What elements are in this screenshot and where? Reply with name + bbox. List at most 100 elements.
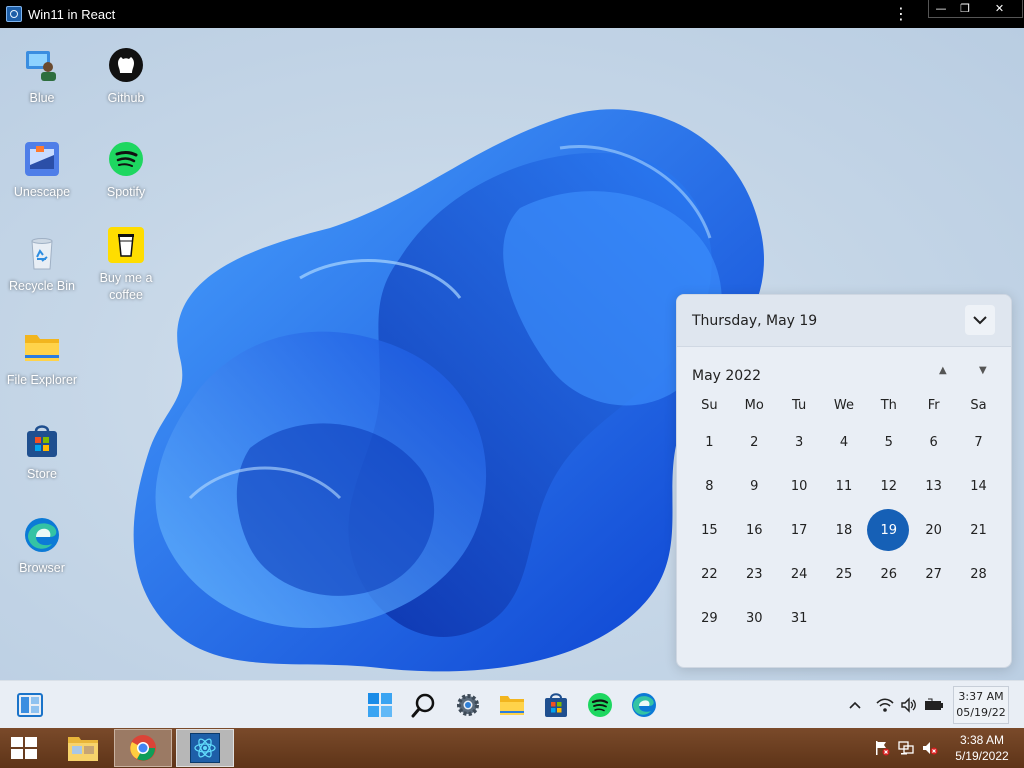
spotify-button[interactable] bbox=[584, 689, 616, 721]
desktop-icon-github[interactable]: Github bbox=[84, 46, 168, 107]
battery-icon[interactable] bbox=[924, 698, 944, 712]
file-explorer-icon bbox=[500, 696, 524, 715]
widgets-icon bbox=[17, 693, 43, 717]
calendar-day[interactable]: 20 bbox=[911, 510, 956, 550]
calendar-week-row: 15 16 17 18 19 20 21 bbox=[687, 508, 1001, 552]
calendar-day[interactable]: 7 bbox=[956, 422, 1001, 462]
calendar-day[interactable]: 18 bbox=[822, 510, 867, 550]
minimize-button[interactable]: — bbox=[929, 0, 953, 17]
file-explorer-button[interactable] bbox=[496, 689, 528, 721]
host-file-manager-button[interactable] bbox=[54, 729, 112, 767]
calendar-grid: Su Mo Tu We Th Fr Sa 1 2 3 4 5 6 7 8 9 1… bbox=[687, 398, 1001, 640]
calendar-day[interactable]: 28 bbox=[956, 554, 1001, 594]
calendar-day[interactable]: 11 bbox=[822, 466, 867, 506]
calendar-day[interactable]: 22 bbox=[687, 554, 732, 594]
widgets-button[interactable] bbox=[14, 689, 46, 721]
desktop-icon-label: Spotify bbox=[106, 185, 146, 199]
file-manager-icon bbox=[68, 737, 98, 761]
start-icon bbox=[368, 693, 392, 717]
calendar-day[interactable]: 8 bbox=[687, 466, 732, 506]
calendar-day-empty bbox=[866, 598, 911, 638]
desktop-icon-label: Browser bbox=[19, 561, 65, 575]
windows-start-icon[interactable] bbox=[10, 736, 38, 760]
taskbar-clock[interactable]: 3:37 AM 05/19/22 bbox=[953, 686, 1009, 724]
host-taskbar: 3:38 AM 5/19/2022 bbox=[0, 728, 1024, 768]
speaker-muted-icon[interactable] bbox=[922, 740, 938, 756]
recycle-bin-icon bbox=[23, 234, 61, 272]
desktop-icon-file-explorer[interactable]: File Explorer bbox=[0, 328, 84, 389]
settings-button[interactable] bbox=[452, 689, 484, 721]
today-label: 19 bbox=[880, 522, 898, 538]
clock-time: 3:37 AM bbox=[958, 690, 1004, 703]
calendar-day[interactable]: 26 bbox=[866, 554, 911, 594]
calendar-day[interactable]: 6 bbox=[911, 422, 956, 462]
host-react-app-button[interactable] bbox=[176, 729, 234, 767]
chevron-up-icon[interactable] bbox=[848, 700, 862, 710]
chrome-icon bbox=[130, 735, 156, 761]
desktop-icon-buy-me-a-coffee[interactable]: Buy me a coffee bbox=[84, 226, 168, 304]
calendar-day[interactable]: 5 bbox=[866, 422, 911, 462]
calendar-day[interactable]: 25 bbox=[822, 554, 867, 594]
calendar-day[interactable]: 2 bbox=[732, 422, 777, 462]
calendar-day[interactable]: 23 bbox=[732, 554, 777, 594]
calendar-day[interactable]: 10 bbox=[777, 466, 822, 506]
calendar-day-empty bbox=[956, 598, 1001, 638]
host-chrome-button[interactable] bbox=[114, 729, 172, 767]
calendar-week-row: 1 2 3 4 5 6 7 bbox=[687, 420, 1001, 464]
collapse-calendar-button[interactable] bbox=[965, 305, 995, 335]
close-button[interactable]: ✕ bbox=[977, 0, 1022, 17]
desktop-icon-store[interactable]: Store bbox=[0, 422, 84, 483]
calendar-day[interactable]: 9 bbox=[732, 466, 777, 506]
edge-button[interactable] bbox=[628, 689, 660, 721]
calendar-day[interactable]: 17 bbox=[777, 510, 822, 550]
month-label[interactable]: May 2022 bbox=[692, 368, 761, 384]
desktop-icon-recycle-bin[interactable]: Recycle Bin bbox=[0, 234, 84, 295]
search-icon bbox=[411, 693, 435, 718]
coffee-cup-icon bbox=[107, 226, 145, 264]
desktop-icon-blue[interactable]: Blue bbox=[0, 46, 84, 107]
host-clock[interactable]: 3:38 AM 5/19/2022 bbox=[952, 732, 1012, 764]
calendar-day[interactable]: 13 bbox=[911, 466, 956, 506]
settings-icon bbox=[457, 694, 479, 716]
calendar-day[interactable]: 12 bbox=[866, 466, 911, 506]
calendar-day[interactable]: 15 bbox=[687, 510, 732, 550]
desktop-icon-label: Store bbox=[27, 467, 57, 481]
calendar-day[interactable]: 1 bbox=[687, 422, 732, 462]
spotify-icon bbox=[107, 140, 145, 178]
calendar-day[interactable]: 4 bbox=[822, 422, 867, 462]
calendar-day[interactable]: 14 bbox=[956, 466, 1001, 506]
app-icon bbox=[6, 6, 22, 22]
start-button[interactable] bbox=[364, 689, 396, 721]
desktop-icon-browser[interactable]: Browser bbox=[0, 516, 84, 577]
wifi-icon[interactable] bbox=[876, 698, 894, 712]
calendar-day[interactable]: 24 bbox=[777, 554, 822, 594]
chevron-down-icon bbox=[973, 316, 987, 325]
volume-icon[interactable] bbox=[900, 697, 918, 713]
calendar-day-today[interactable]: 19 bbox=[866, 509, 911, 551]
search-button[interactable] bbox=[408, 689, 440, 721]
desktop-icon-spotify[interactable]: Spotify bbox=[84, 140, 168, 201]
calendar-day[interactable]: 16 bbox=[732, 510, 777, 550]
flag-notification-icon[interactable] bbox=[874, 740, 890, 756]
calendar-day-empty bbox=[822, 598, 867, 638]
weekday-label: Su bbox=[701, 397, 718, 413]
more-options-icon[interactable]: ⋮ bbox=[893, 4, 909, 24]
desktop-icon-unescape[interactable]: Unescape bbox=[0, 140, 84, 201]
calendar-day[interactable]: 27 bbox=[911, 554, 956, 594]
calendar-day[interactable]: 29 bbox=[687, 598, 732, 638]
calendar-day[interactable]: 30 bbox=[732, 598, 777, 638]
calendar-week-row: 29 30 31 bbox=[687, 596, 1001, 640]
desktop-icon-label: Github bbox=[107, 91, 145, 105]
desktop-icon-label: Unescape bbox=[13, 185, 71, 199]
next-month-button[interactable]: ▼ bbox=[979, 365, 987, 376]
store-button[interactable] bbox=[540, 689, 572, 721]
network-icon[interactable] bbox=[898, 740, 914, 756]
calendar-day[interactable]: 3 bbox=[777, 422, 822, 462]
restore-button[interactable]: ❐ bbox=[953, 0, 977, 17]
calendar-flyout: Thursday, May 19 May 2022 ▲ ▼ Su Mo Tu W… bbox=[676, 294, 1012, 668]
calendar-day[interactable]: 31 bbox=[777, 598, 822, 638]
calendar-day[interactable]: 21 bbox=[956, 510, 1001, 550]
react-app-icon bbox=[190, 733, 220, 763]
previous-month-button[interactable]: ▲ bbox=[939, 365, 947, 376]
folder-icon bbox=[23, 328, 61, 366]
